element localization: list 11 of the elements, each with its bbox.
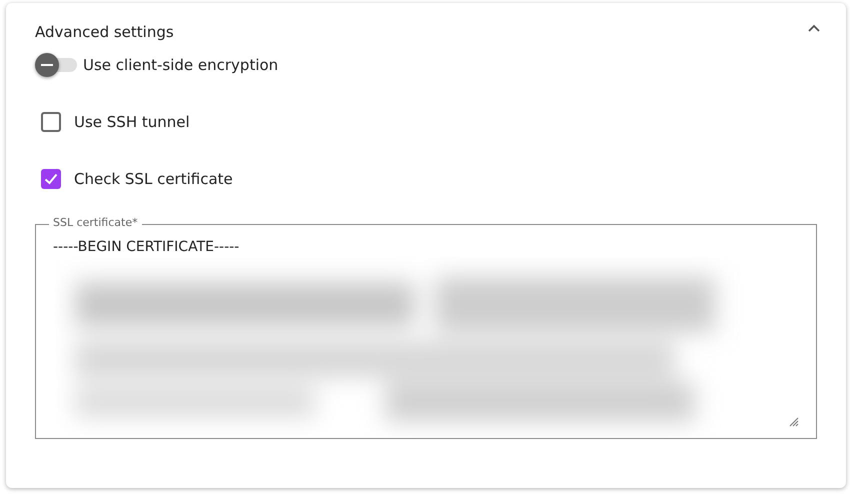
checkbox-label: Use SSH tunnel: [74, 112, 190, 133]
checkbox[interactable]: [41, 112, 61, 132]
field-value: -----BEGIN CERTIFICATE-----: [53, 238, 240, 256]
checkbox-label: Check SSL certificate: [74, 168, 233, 190]
toggle-label: Use client-side encryption: [83, 54, 278, 76]
resize-grip-icon: [789, 417, 799, 427]
toggle-switch[interactable]: [35, 53, 79, 77]
section-title: Advanced settings: [35, 22, 174, 43]
collapse-chevron-icon[interactable]: [807, 23, 821, 33]
checkbox[interactable]: [41, 169, 61, 189]
checkmark-icon: [43, 171, 59, 187]
